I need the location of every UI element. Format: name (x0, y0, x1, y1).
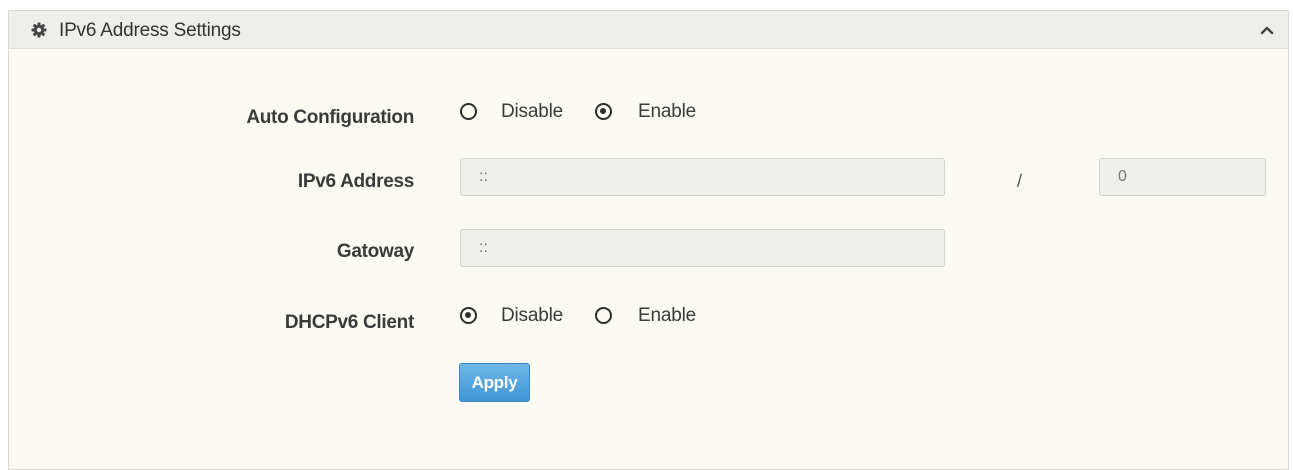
dhcpv6-client-label: DHCPv6 Client (284, 312, 414, 333)
auto-configuration-disable-radio[interactable] (460, 103, 477, 120)
prefix-separator: / (1017, 171, 1023, 191)
prefix-length-input[interactable] (1099, 158, 1266, 196)
dhcpv6-client-disable-radio[interactable] (460, 307, 477, 324)
gateway-label: Gatoway (336, 241, 414, 262)
apply-button[interactable]: Apply (459, 363, 530, 402)
panel-header: IPv6 Address Settings (9, 11, 1288, 49)
ipv6-address-label: IPv6 Address (297, 171, 414, 192)
auto-configuration-label: Auto Configuration (246, 107, 414, 128)
dhcpv6-client-disable-label[interactable]: Disable (501, 305, 563, 327)
panel-title: IPv6 Address Settings (59, 20, 241, 41)
dhcpv6-client-enable-label[interactable]: Enable (638, 305, 696, 327)
auto-configuration-enable-radio[interactable] (595, 103, 612, 120)
chevron-up-icon[interactable] (1258, 22, 1276, 38)
dhcpv6-client-enable-radio[interactable] (595, 307, 612, 324)
ipv6-address-settings-panel: IPv6 Address Settings Auto Configuration… (8, 10, 1289, 470)
gateway-input[interactable] (460, 229, 945, 267)
auto-configuration-disable-label[interactable]: Disable (501, 101, 563, 123)
ipv6-address-input[interactable] (460, 158, 945, 196)
gear-icon (31, 22, 47, 38)
auto-configuration-enable-label[interactable]: Enable (638, 101, 696, 123)
